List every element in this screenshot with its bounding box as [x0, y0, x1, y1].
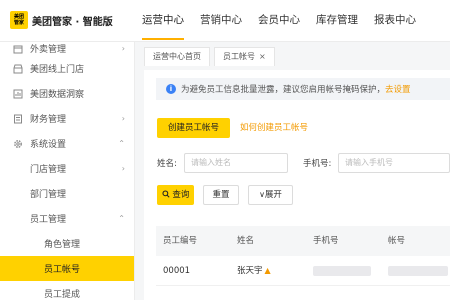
how-to-create-link[interactable]: 如何创建员工帐号	[240, 118, 308, 138]
sidebar-item-label: 员工管理	[30, 215, 67, 225]
chevron-up-icon: ⌃	[118, 139, 125, 148]
sidebar-item-employee-mgmt[interactable]: 员工管理 ⌃	[0, 206, 134, 231]
main-nav: 运营中心 营销中心 会员中心 库存管理 报表中心	[142, 0, 432, 42]
notice-text: 为避免员工信息批量泄露，建议您启用帐号掩码保护，	[181, 85, 386, 95]
sidebar-item-label: 外卖管理	[30, 45, 67, 55]
sidebar-item-label: 财务管理	[30, 115, 67, 125]
finance-icon	[12, 113, 23, 124]
close-icon[interactable]: ×	[259, 52, 266, 61]
cell-name: 张天宇 ▲	[237, 256, 273, 286]
search-icon	[162, 190, 170, 198]
tab-label: 员工帐号	[223, 52, 255, 61]
sidebar-item-system-settings[interactable]: 系统设置 ⌃	[0, 131, 134, 156]
sidebar-item-role-mgmt[interactable]: 角色管理	[0, 231, 134, 256]
info-icon: i	[166, 84, 176, 94]
nav-marketing[interactable]: 营销中心	[200, 0, 242, 42]
expand-label: 展开	[264, 190, 282, 200]
column-name: 姓名	[237, 236, 255, 246]
nav-members[interactable]: 会员中心	[258, 0, 300, 42]
notice-banner: i 为避免员工信息批量泄露，建议您启用帐号掩码保护， 去设置	[156, 78, 450, 100]
tab-label: 运营中心首页	[153, 52, 201, 61]
sidebar-item-label: 角色管理	[44, 240, 81, 250]
name-input[interactable]: 请输入姓名	[184, 153, 288, 173]
query-label: 查询	[172, 190, 190, 200]
phone-input[interactable]: 请输入手机号	[338, 153, 450, 173]
masked-account	[388, 266, 448, 276]
name-label: 姓名:	[157, 159, 177, 169]
employee-name: 张天宇	[237, 266, 263, 276]
nav-reports[interactable]: 报表中心	[374, 0, 416, 42]
sidebar-item-label: 美团线上门店	[30, 65, 85, 75]
store-icon	[12, 63, 23, 74]
cell-employee-id: 00001	[163, 266, 191, 276]
meituan-logo-icon: 美团 管家	[10, 11, 28, 29]
app-title: 美团管家 · 智能版	[32, 16, 113, 28]
main-panel: i 为避免员工信息批量泄露，建议您启用帐号掩码保护， 去设置 创建员工帐号 如何…	[144, 70, 450, 300]
chevron-up-icon: ⌃	[118, 214, 125, 223]
column-employee-id: 员工编号	[163, 236, 198, 246]
reset-button[interactable]: 重置	[203, 185, 239, 205]
takeout-icon	[12, 43, 23, 54]
sidebar-item-store-mgmt[interactable]: 门店管理 ›	[0, 156, 134, 181]
table-row[interactable]: 00001 张天宇 ▲	[156, 256, 450, 286]
chevron-right-icon: ›	[121, 44, 125, 53]
create-employee-account-button[interactable]: 创建员工帐号	[157, 118, 230, 138]
sidebar: 外卖管理 › 美团线上门店 美团数据洞察 财务管理 › 系统设置 ⌃ 门店管理 …	[0, 42, 135, 300]
sidebar-item-label: 部门管理	[30, 190, 67, 200]
top-bar: 美团 管家 美团管家 · 智能版 运营中心 营销中心 会员中心 库存管理 报表中…	[0, 0, 450, 42]
sidebar-item-finance[interactable]: 财务管理 ›	[0, 106, 134, 131]
sidebar-item-employee-commission[interactable]: 员工提成	[0, 281, 134, 300]
masked-phone	[313, 266, 371, 276]
page-tabs: 运营中心首页 员工帐号 ×	[136, 42, 450, 66]
sidebar-item-department-mgmt[interactable]: 部门管理	[0, 181, 134, 206]
sidebar-item-data-insight[interactable]: 美团数据洞察	[0, 81, 134, 106]
sidebar-item-label: 门店管理	[30, 165, 67, 175]
expand-button[interactable]: ∨展开	[248, 185, 293, 205]
phone-label: 手机号:	[303, 159, 332, 169]
warning-icon: ▲	[264, 266, 271, 275]
sidebar-item-label: 员工提成	[44, 290, 81, 300]
column-account: 帐号	[388, 236, 406, 246]
nav-operations[interactable]: 运营中心	[142, 0, 184, 42]
tab-operations-home[interactable]: 运营中心首页	[144, 47, 210, 66]
sidebar-item-employee-account[interactable]: 员工帐号	[0, 256, 134, 281]
notice-settings-link[interactable]: 去设置	[385, 83, 411, 95]
chevron-right-icon: ›	[121, 114, 125, 123]
sidebar-item-label: 员工帐号	[44, 265, 81, 275]
sidebar-item-label: 系统设置	[30, 140, 67, 150]
chevron-right-icon: ›	[121, 164, 125, 173]
sidebar-item-online-store[interactable]: 美团线上门店	[0, 56, 134, 81]
column-phone: 手机号	[313, 236, 339, 246]
nav-inventory[interactable]: 库存管理	[316, 0, 358, 42]
table-header: 员工编号 姓名 手机号 帐号	[156, 226, 450, 256]
sidebar-item-label: 美团数据洞察	[30, 90, 85, 100]
data-icon	[12, 88, 23, 99]
query-button[interactable]: 查询	[157, 185, 194, 205]
logo-badge-bottom: 管家	[13, 20, 24, 26]
gear-icon	[12, 138, 23, 149]
tab-employee-account[interactable]: 员工帐号 ×	[214, 47, 275, 66]
app-logo[interactable]: 美团 管家 美团管家 · 智能版	[10, 11, 113, 29]
